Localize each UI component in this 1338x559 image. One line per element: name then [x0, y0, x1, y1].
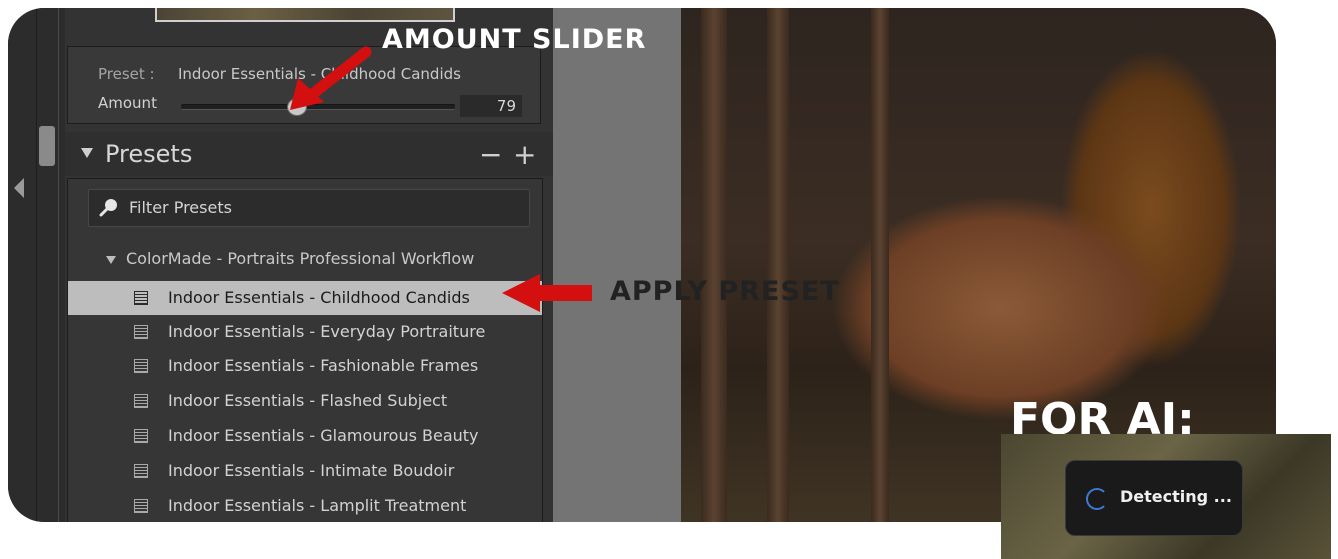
preset-item[interactable]: Indoor Essentials - Flashed Subject	[68, 384, 542, 418]
preset-icon	[134, 359, 148, 373]
rail-divider	[58, 8, 59, 522]
preset-icon	[134, 429, 148, 443]
preset-icon	[134, 325, 148, 339]
panel-scrollbar[interactable]	[39, 126, 55, 166]
collapse-panel-icon[interactable]	[14, 178, 24, 198]
apply-preset-callout: APPLY PRESET	[610, 276, 840, 307]
preset-item[interactable]: Indoor Essentials - Everyday Portraiture	[68, 315, 542, 349]
preset-label: Preset :	[98, 65, 155, 83]
search-icon	[99, 199, 117, 217]
detecting-status-text: Detecting ...	[1120, 487, 1232, 506]
filter-presets-input[interactable]: Filter Presets	[88, 189, 530, 227]
add-preset-button[interactable]: +	[513, 138, 536, 171]
preset-group-colormade[interactable]: ColorMade - Portraits Professional Workf…	[106, 249, 474, 268]
preset-icon	[134, 291, 148, 305]
amount-slider-arrow	[290, 46, 372, 110]
panel-gutter	[553, 8, 681, 522]
amount-value-field[interactable]: 79	[460, 95, 522, 117]
preset-item-label: Indoor Essentials - Childhood Candids	[168, 288, 470, 307]
loading-spinner-icon	[1086, 488, 1108, 510]
background-plank	[767, 8, 789, 522]
apply-preset-arrow	[502, 274, 592, 312]
presets-panel-title: Presets	[105, 140, 193, 168]
disclosure-triangle-icon[interactable]	[81, 148, 93, 158]
preset-item-label: Indoor Essentials - Intimate Boudoir	[168, 461, 455, 480]
filter-placeholder: Filter Presets	[129, 198, 232, 217]
detecting-status-badge: Detecting ...	[1065, 460, 1243, 536]
group-expand-icon	[106, 255, 116, 264]
preset-icon	[134, 464, 148, 478]
presets-panel-header[interactable]: Presets − +	[65, 132, 553, 176]
preset-item-label: Indoor Essentials - Fashionable Frames	[168, 356, 479, 375]
preset-group-label: ColorMade - Portraits Professional Workf…	[126, 249, 475, 268]
preset-item-label: Indoor Essentials - Everyday Portraiture	[168, 322, 486, 341]
remove-preset-button[interactable]: −	[479, 138, 502, 171]
navigator-preview	[155, 8, 455, 22]
background-plank	[701, 8, 727, 522]
amount-slider-callout: AMOUNT SLIDER	[382, 24, 647, 55]
preset-item-label: Indoor Essentials - Glamourous Beauty	[168, 426, 479, 445]
preset-item[interactable]: Indoor Essentials - Glamourous Beauty	[68, 419, 542, 453]
preset-item[interactable]: Indoor Essentials - Lamplit Treatment	[68, 489, 542, 522]
preset-item-label: Indoor Essentials - Lamplit Treatment	[168, 496, 467, 515]
preset-item-label: Indoor Essentials - Flashed Subject	[168, 391, 448, 410]
preset-item[interactable]: Indoor Essentials - Intimate Boudoir	[68, 454, 542, 488]
rail-divider	[36, 8, 37, 522]
presets-list: Filter Presets ColorMade - Portraits Pro…	[67, 178, 543, 522]
left-rail	[8, 8, 65, 522]
preset-item[interactable]: Indoor Essentials - Childhood Candids	[68, 281, 542, 315]
background-plank	[871, 8, 889, 522]
amount-label: Amount	[98, 94, 157, 112]
preset-icon	[134, 499, 148, 513]
preset-icon	[134, 394, 148, 408]
ai-detect-preview: Detecting ...	[1001, 434, 1331, 559]
preset-item[interactable]: Indoor Essentials - Fashionable Frames	[68, 349, 542, 383]
